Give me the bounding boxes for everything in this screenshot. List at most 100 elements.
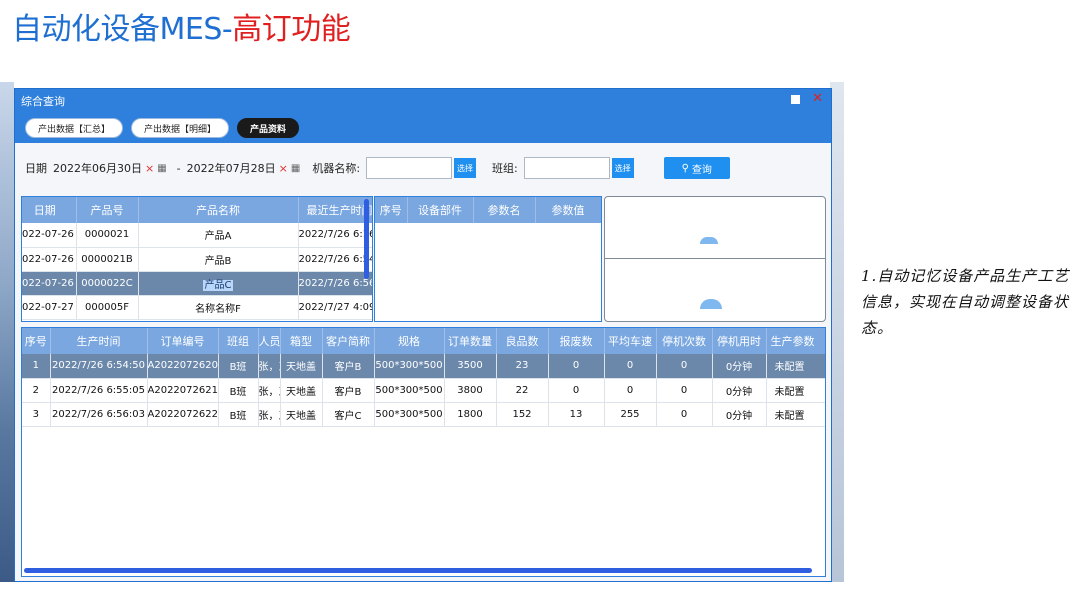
image-icon	[700, 299, 722, 309]
product-image-panel	[604, 196, 826, 322]
image-placeholder	[605, 197, 825, 259]
table-cell: 22	[496, 378, 549, 403]
close-icon[interactable]: ✕	[812, 92, 823, 105]
tab-product-info[interactable]: 产品资料	[237, 118, 300, 138]
table-row[interactable]: 2022-07-27 000005F 名称名称F 2022/7/27 4:09	[22, 295, 372, 320]
detail-table-panel: 序号 生产时间 订单编号 班组 人员 箱型 客户简称 规格 订单数量 良品数 报…	[21, 327, 826, 577]
detail-col-scrap-qty[interactable]: 报废数	[548, 328, 605, 354]
tab-output-summary[interactable]: 产出数据【汇总】	[25, 118, 124, 138]
table-cell: 0000021B	[76, 247, 139, 272]
detail-col-good-qty[interactable]: 良品数	[496, 328, 549, 354]
detail-col-order[interactable]: 订单编号	[147, 328, 219, 354]
table-cell: 1	[22, 354, 51, 379]
param-col-index[interactable]: 序号	[375, 197, 408, 223]
table-cell: 0000022C	[76, 271, 139, 296]
table-cell: 未配置	[766, 354, 825, 379]
vertical-scrollbar[interactable]	[364, 199, 369, 279]
table-cell: 13	[548, 402, 605, 427]
table-row[interactable]: 2 2022/7/26 6:55:05 A2022072621 B班 张，王 天…	[22, 378, 825, 403]
search-icon: ⚲	[681, 162, 689, 174]
window-title: 综合查询	[21, 95, 65, 108]
product-col-name[interactable]: 产品名称	[138, 197, 299, 223]
table-cell: 3800	[444, 378, 497, 403]
detail-col-customer[interactable]: 客户简称	[322, 328, 375, 354]
table-cell: 0	[656, 402, 713, 427]
table-cell: A2022072621	[147, 378, 219, 403]
machine-pick-button[interactable]: 选择	[454, 158, 477, 178]
detail-col-staff[interactable]: 人员	[258, 328, 281, 354]
product-col-date[interactable]: 日期	[22, 197, 77, 223]
query-window: 综合查询 ✕ 产出数据【汇总】 产出数据【明细】 产品资料 日期 2022年06…	[14, 88, 832, 582]
detail-col-stop-time[interactable]: 停机用时	[712, 328, 767, 354]
table-cell: 500*300*500	[374, 354, 445, 379]
date-to-field[interactable]: 2022年07月28日 × ▦	[187, 160, 301, 176]
table-row[interactable]: 2022-07-26 0000021B 产品B 2022/7/26 6:54	[22, 247, 372, 272]
feature-note: 1.自动记忆设备产品生产工艺信息，实现在自动调整设备状态。	[861, 267, 1070, 337]
table-row-selected[interactable]: 1 2022/7/26 6:54:50 A2022072620 B班 张，王 天…	[22, 354, 825, 379]
table-cell: 152	[496, 402, 549, 427]
detail-col-box-type[interactable]: 箱型	[280, 328, 323, 354]
param-col-part[interactable]: 设备部件	[407, 197, 474, 223]
product-table-panel: 日期 产品号 产品名称 最近生产时间 2022-07-26 0000021 产品…	[21, 196, 373, 322]
group-pick-button[interactable]: 选择	[611, 158, 634, 178]
table-cell: 2022/7/26 6:56	[298, 271, 372, 296]
detail-col-spec[interactable]: 规格	[374, 328, 445, 354]
calendar-icon[interactable]: ▦	[157, 163, 166, 174]
detail-col-index[interactable]: 序号	[22, 328, 51, 354]
detail-col-stop-count[interactable]: 停机次数	[656, 328, 713, 354]
product-col-code[interactable]: 产品号	[76, 197, 139, 223]
product-table: 日期 产品号 产品名称 最近生产时间 2022-07-26 0000021 产品…	[22, 197, 372, 320]
table-cell: 天地盖	[280, 378, 323, 403]
detail-col-time[interactable]: 生产时间	[50, 328, 148, 354]
table-row[interactable]: 2022-07-26 0000021 产品A 2022/7/26 6:16	[22, 223, 372, 248]
product-col-last-time[interactable]: 最近生产时间	[298, 197, 372, 223]
table-cell: 张，王	[258, 378, 281, 403]
table-cell: 0	[548, 378, 605, 403]
table-row-selected[interactable]: 2022-07-26 0000022C 产品C 2022/7/26 6:56	[22, 271, 372, 296]
clear-icon[interactable]: ×	[279, 162, 288, 175]
table-cell: 2022-07-26	[22, 223, 77, 248]
table-cell: 名称名称F	[138, 295, 299, 320]
background-app-strip-right	[830, 82, 844, 582]
machine-name-input[interactable]	[366, 157, 453, 179]
table-cell: 0	[604, 378, 657, 403]
maximize-icon[interactable]	[791, 94, 801, 104]
table-cell: A2022072622	[147, 402, 219, 427]
detail-col-group[interactable]: 班组	[218, 328, 259, 354]
table-cell: 2022-07-26	[22, 271, 77, 296]
highlighted-product-name: 产品C	[202, 279, 234, 291]
table-cell: 255	[604, 402, 657, 427]
horizontal-scrollbar[interactable]	[24, 568, 812, 573]
date-from-field[interactable]: 2022年06月30日 × ▦	[53, 160, 167, 176]
detail-col-order-qty[interactable]: 订单数量	[444, 328, 497, 354]
tab-output-detail[interactable]: 产出数据【明细】	[131, 118, 230, 138]
detail-col-params[interactable]: 生产参数	[766, 328, 825, 354]
table-cell: 3500	[444, 354, 497, 379]
machine-label: 机器名称:	[312, 162, 361, 175]
table-cell: 客户C	[322, 402, 375, 427]
slide-title-main: 自动化设备MES-	[12, 12, 233, 47]
table-cell: 0	[656, 378, 713, 403]
table-cell: B班	[218, 378, 259, 403]
table-cell: 2	[22, 378, 51, 403]
param-col-value[interactable]: 参数值	[535, 197, 601, 223]
table-cell: B班	[218, 354, 259, 379]
table-cell: 000005F	[76, 295, 139, 320]
table-cell: 客户B	[322, 354, 375, 379]
window-titlebar: 综合查询 ✕	[15, 89, 831, 113]
table-row[interactable]: 3 2022/7/26 6:56:03 A2022072622 B班 张，王 天…	[22, 402, 825, 427]
tab-bar: 产出数据【汇总】 产出数据【明细】 产品资料	[15, 113, 831, 143]
table-cell: 0000021	[76, 223, 139, 248]
table-cell: 未配置	[766, 402, 825, 427]
table-cell: 产品C	[138, 271, 299, 296]
date-separator: -	[176, 161, 181, 175]
clear-icon[interactable]: ×	[145, 162, 154, 175]
query-button[interactable]: ⚲ 查询	[663, 157, 730, 179]
param-col-name[interactable]: 参数名	[473, 197, 536, 223]
table-cell: 未配置	[766, 378, 825, 403]
calendar-icon[interactable]: ▦	[291, 163, 300, 174]
date-from-value: 2022年06月30日	[53, 162, 142, 175]
detail-col-avg-speed[interactable]: 平均车速	[604, 328, 657, 354]
group-input[interactable]	[523, 157, 610, 179]
table-cell: 0分钟	[712, 378, 767, 403]
